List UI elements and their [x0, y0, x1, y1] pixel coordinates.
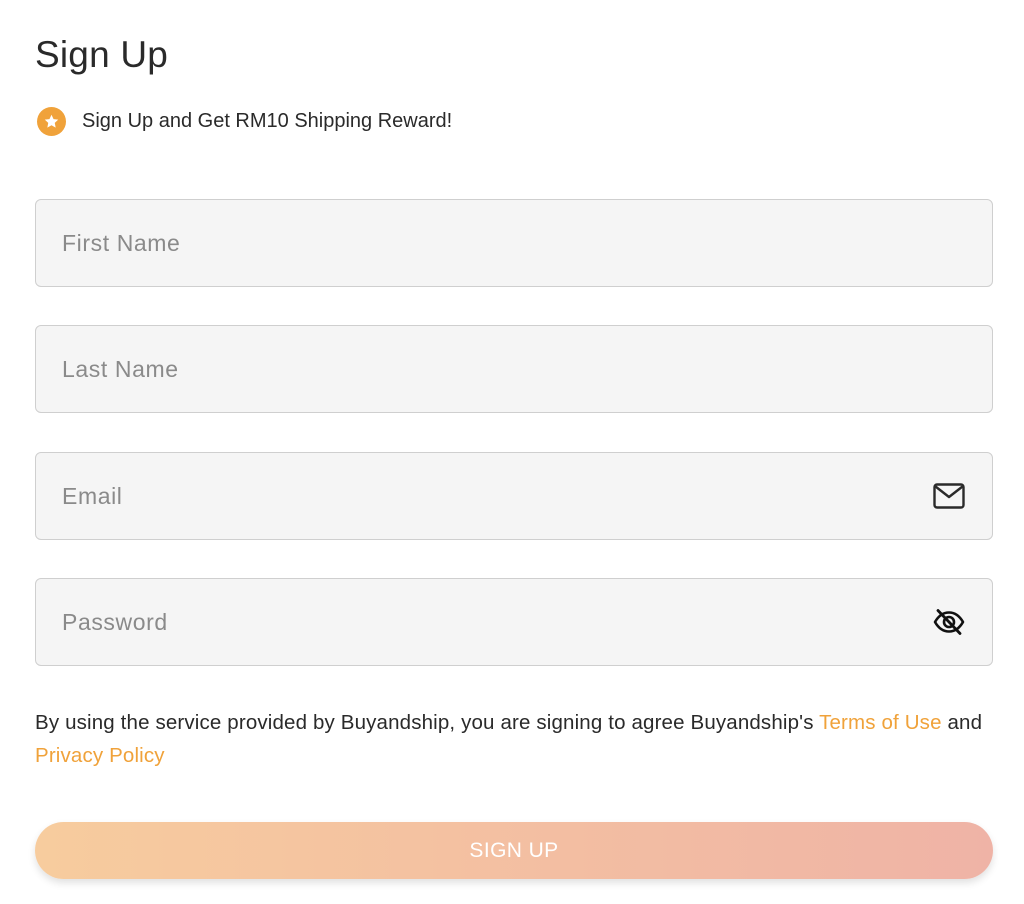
envelope-icon — [932, 479, 966, 513]
last-name-input[interactable] — [36, 326, 992, 412]
star-badge-icon — [37, 106, 66, 136]
last-name-field — [35, 325, 993, 413]
sign-up-button[interactable]: SIGN UP — [35, 822, 993, 879]
first-name-field — [35, 199, 993, 287]
eye-slash-icon[interactable] — [932, 605, 966, 639]
first-name-input[interactable] — [36, 200, 992, 286]
password-field — [35, 578, 993, 666]
terms-conjunction: and — [941, 711, 983, 734]
terms-of-use-link[interactable]: Terms of Use — [819, 711, 942, 734]
email-input[interactable] — [36, 453, 932, 539]
password-input[interactable] — [36, 579, 932, 665]
privacy-policy-link[interactable]: Privacy Policy — [35, 744, 165, 767]
page-title: Sign Up — [35, 34, 169, 75]
terms-notice: By using the service provided by Buyands… — [35, 706, 995, 772]
reward-banner: Sign Up and Get RM10 Shipping Reward! — [37, 106, 452, 136]
reward-text: Sign Up and Get RM10 Shipping Reward! — [82, 109, 453, 132]
terms-prefix: By using the service provided by Buyands… — [35, 711, 820, 734]
email-field — [35, 452, 993, 540]
